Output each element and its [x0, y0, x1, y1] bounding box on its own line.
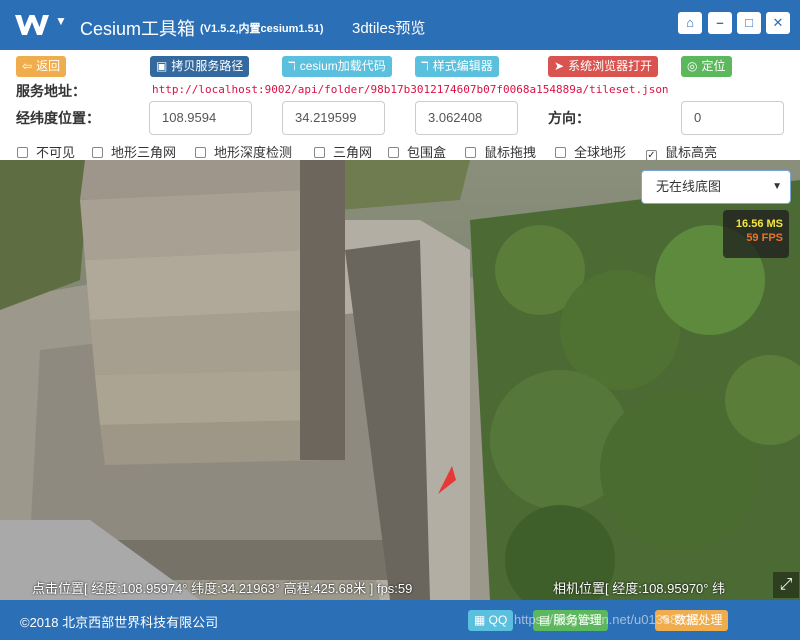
longitude-input[interactable]: 108.9594 [149, 101, 252, 135]
page-subtitle: 3dtiles预览 [352, 20, 426, 37]
service-url-label: 服务地址： [16, 83, 86, 99]
checkbox[interactable] [555, 147, 566, 158]
copy-path-button[interactable]: ▣ 拷贝服务路径 [150, 56, 250, 77]
3d-scene [0, 160, 800, 600]
maximize-icon: □ [745, 15, 753, 30]
checkbox[interactable] [17, 147, 28, 158]
back-button[interactable]: ⇦ 返回 [16, 56, 67, 77]
basemap-select[interactable]: 无在线底图 ▼ [641, 170, 791, 204]
service-url[interactable]: http://localhost:9002/api/folder/98b17b3… [152, 83, 669, 96]
option-terrain-depth-test[interactable]: 地形深度检测 [195, 142, 292, 161]
copyright-text: ©2018 北京西部世界科技有限公司 [20, 615, 219, 630]
option-mouse-highlight[interactable]: ✓ 鼠标高亮 [646, 142, 717, 161]
watermark: https://blog.csdn.net/u01338235 [514, 612, 700, 627]
app-title: Cesium工具箱 [80, 19, 196, 39]
checkbox[interactable] [314, 147, 325, 158]
option-invisible[interactable]: 不可见 [17, 142, 75, 161]
checkbox[interactable] [92, 147, 103, 158]
app-logo-icon[interactable] [14, 12, 50, 38]
minimize-icon: – [716, 15, 724, 30]
option-triangle-mesh[interactable]: 三角网 [314, 142, 372, 161]
maximize-button[interactable]: □ [737, 12, 761, 34]
app-version: (V1.5.2,内置cesium1.51) [200, 23, 324, 35]
checkbox[interactable] [388, 147, 399, 158]
menu-caret-icon[interactable]: ▼ [55, 14, 67, 28]
latitude-input[interactable]: 34.219599 [282, 101, 385, 135]
fps-ms: 16.56 MS [735, 218, 783, 230]
locate-button[interactable]: ◎ 定位 [681, 56, 732, 77]
option-global-terrain[interactable]: 全球地形 [555, 142, 626, 161]
option-bounding-box[interactable]: 包围盒 [388, 142, 446, 161]
checkbox[interactable] [465, 147, 476, 158]
minimize-button[interactable]: – [708, 12, 732, 34]
send-icon: ➤ [554, 59, 565, 73]
locate-icon: ◎ [687, 59, 698, 73]
fullscreen-icon: ⤢ [779, 576, 793, 593]
qr-icon: ▦ [474, 613, 489, 627]
fps-panel: 16.56 MS 59 FPS [723, 210, 789, 258]
heading-input[interactable]: 0 [681, 101, 784, 135]
heading-label: 方向： [548, 110, 590, 126]
style-editor-button[interactable]: ℸ 样式编辑器 [415, 56, 499, 77]
code-icon: ℸ [288, 59, 296, 73]
option-mouse-drag[interactable]: 鼠标拖拽 [465, 142, 536, 161]
home-button[interactable]: ⌂ [678, 12, 702, 34]
position-label: 经纬度位置： [16, 110, 100, 126]
fps-value: 59 FPS [746, 232, 783, 244]
qq-button[interactable]: ▦ QQ [468, 610, 514, 631]
style-icon: ℸ [421, 59, 429, 73]
height-input[interactable]: 3.062408 [415, 101, 518, 135]
load-code-button[interactable]: ℸ cesium加载代码 [282, 56, 392, 77]
home-icon: ⌂ [686, 15, 694, 30]
open-browser-button[interactable]: ➤ 系统浏览器打开 [548, 56, 659, 77]
checkbox[interactable] [195, 147, 206, 158]
map-viewport[interactable] [0, 160, 800, 600]
close-icon: ✕ [772, 15, 784, 30]
option-terrain-mesh[interactable]: 地形三角网 [92, 142, 176, 161]
click-position-status: 点击位置[ 经度:108.95974° 纬度:34.21963° 高程:425.… [32, 581, 413, 596]
fullscreen-button[interactable]: ⤢ [773, 572, 799, 598]
chevron-down-icon: ▼ [772, 181, 782, 192]
arrow-left-icon: ⇦ [22, 59, 33, 73]
copy-icon: ▣ [156, 59, 168, 73]
close-button[interactable]: ✕ [766, 12, 790, 34]
camera-position-status: 相机位置[ 经度:108.95970° 纬 [553, 581, 726, 596]
